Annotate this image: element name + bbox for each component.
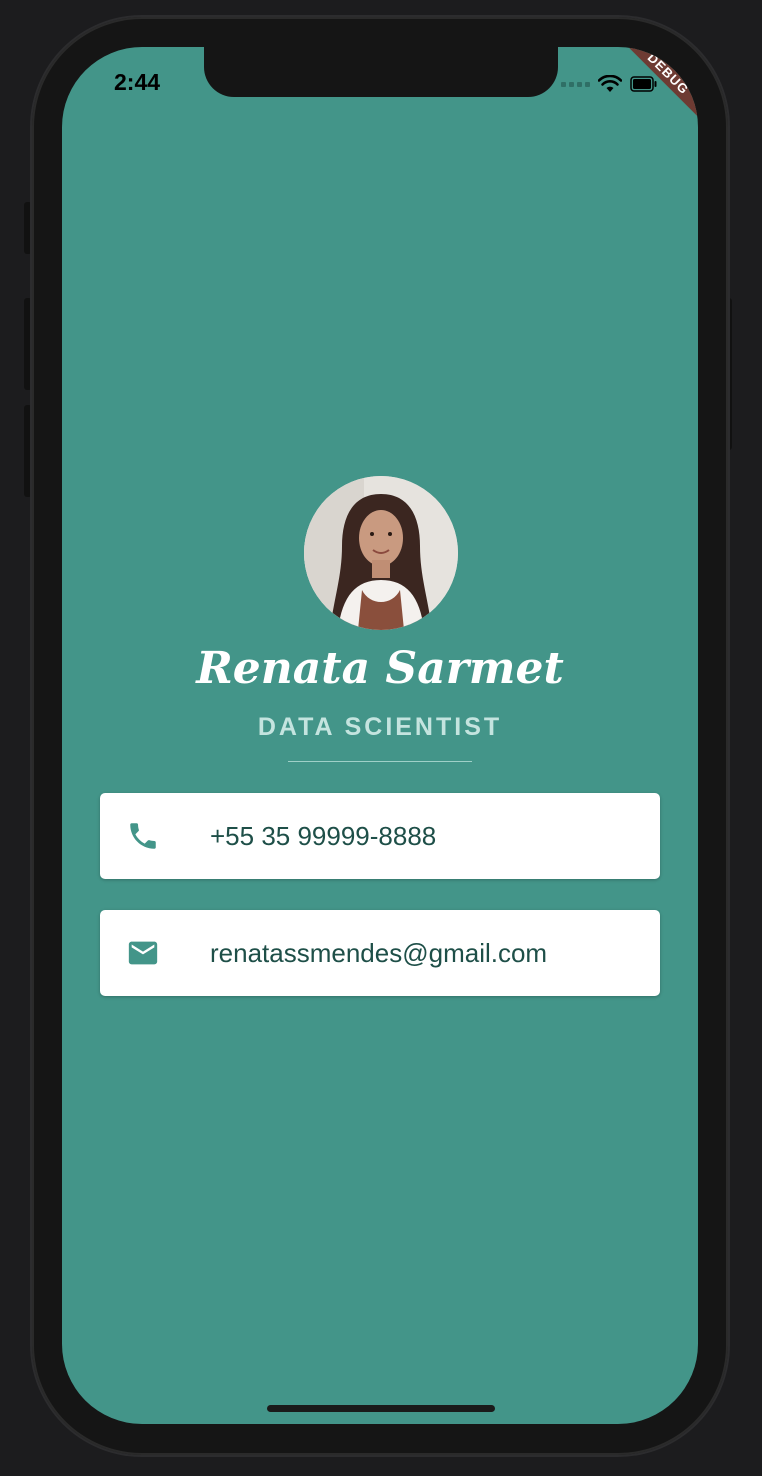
status-icons xyxy=(561,75,658,93)
phone-card[interactable]: +55 35 99999-8888 xyxy=(100,793,660,879)
avatar xyxy=(304,476,458,630)
divider xyxy=(288,761,472,762)
app-screen: 2:44 DEBUG Renata Sarmet DATA SCIENTIST … xyxy=(62,47,698,1424)
mail-icon xyxy=(128,941,158,965)
phone-number: +55 35 99999-8888 xyxy=(210,821,437,851)
cellular-signal-icon xyxy=(561,81,590,87)
profile-title: DATA SCIENTIST xyxy=(257,713,503,741)
email-card[interactable]: renatassmendes@gmail.com xyxy=(100,910,660,996)
mute-switch xyxy=(24,202,32,254)
notch xyxy=(204,47,558,97)
home-indicator[interactable] xyxy=(267,1405,495,1412)
device-stage: 2:44 DEBUG Renata Sarmet DATA SCIENTIST … xyxy=(0,0,762,1476)
email-address: renatassmendes@gmail.com xyxy=(210,938,548,968)
volume-up-button xyxy=(24,298,32,390)
profile-name: Renata Sarmet xyxy=(196,643,564,694)
wifi-icon xyxy=(598,75,622,92)
phone-icon xyxy=(130,823,156,849)
volume-down-button xyxy=(24,405,32,497)
status-time: 2:44 xyxy=(114,69,161,95)
profile-photo-icon xyxy=(304,476,458,630)
battery-icon xyxy=(630,76,657,92)
